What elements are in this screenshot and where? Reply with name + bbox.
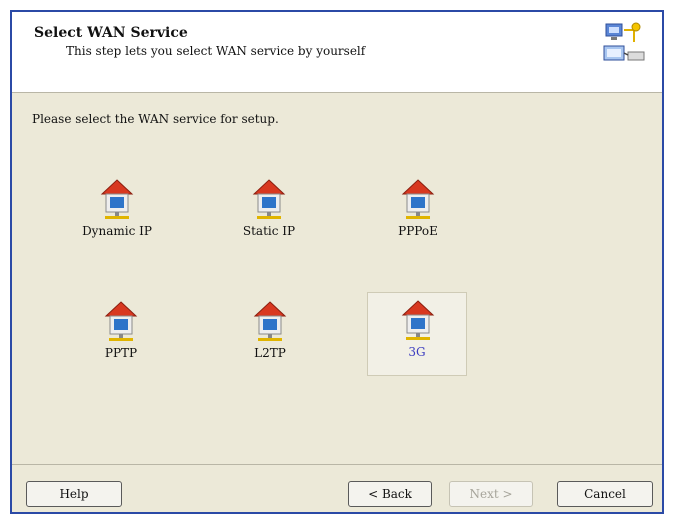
service-dynamic-ip[interactable]: Dynamic IP bbox=[67, 172, 167, 256]
next-button[interactable]: Next > bbox=[449, 481, 533, 507]
service-label: PPTP bbox=[104, 346, 138, 360]
house-network-icon bbox=[253, 301, 287, 341]
cancel-button[interactable]: Cancel bbox=[557, 481, 653, 507]
house-network-icon bbox=[252, 179, 286, 219]
service-label: 3G bbox=[408, 345, 426, 359]
service-pptp[interactable]: PPTP bbox=[71, 294, 171, 378]
service-label: Static IP bbox=[242, 224, 296, 238]
service-static-ip[interactable]: Static IP bbox=[219, 172, 319, 256]
service-3g[interactable]: 3G bbox=[367, 292, 467, 376]
help-button[interactable]: Help bbox=[26, 481, 122, 507]
service-label: Dynamic IP bbox=[82, 224, 152, 238]
wizard-header: Select WAN Service This step lets you se… bbox=[12, 12, 662, 93]
house-network-icon bbox=[401, 179, 435, 219]
header-title: Select WAN Service bbox=[34, 25, 188, 41]
wizard-window: Select WAN Service This step lets you se… bbox=[10, 10, 664, 514]
house-network-icon bbox=[401, 300, 435, 340]
service-label: L2TP bbox=[254, 346, 286, 360]
footer-divider bbox=[12, 464, 662, 465]
house-network-icon bbox=[104, 301, 138, 341]
service-pppoe[interactable]: PPPoE bbox=[368, 172, 468, 256]
network-wizard-icon bbox=[603, 22, 645, 61]
setup-prompt: Please select the WAN service for setup. bbox=[32, 112, 279, 126]
service-label: PPPoE bbox=[398, 224, 438, 238]
house-network-icon bbox=[100, 179, 134, 219]
service-l2tp[interactable]: L2TP bbox=[220, 294, 320, 378]
header-subtitle: This step lets you select WAN service by… bbox=[66, 44, 366, 58]
back-button[interactable]: < Back bbox=[348, 481, 432, 507]
